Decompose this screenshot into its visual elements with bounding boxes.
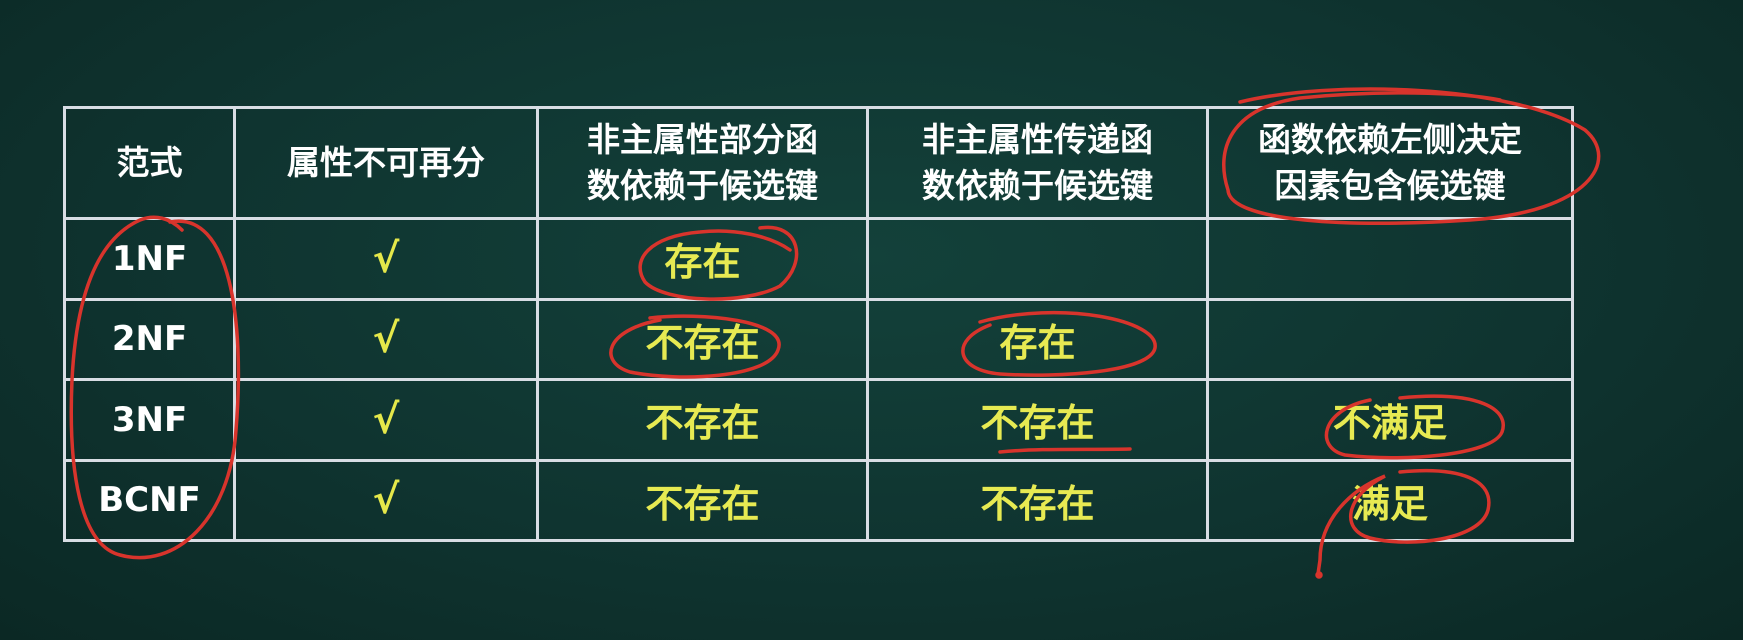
cell-transitive: 不存在 bbox=[866, 378, 1209, 462]
check-mark-icon: √ bbox=[233, 297, 539, 381]
cell-transitive: 不存在 bbox=[866, 458, 1209, 542]
cell-determinant: 不满足 bbox=[1206, 378, 1574, 462]
cell-form: BCNF bbox=[63, 458, 236, 542]
header-atomic-attribute: 属性不可再分 bbox=[233, 106, 539, 220]
header-line: 函数依赖左侧决定 bbox=[1258, 120, 1522, 159]
header-line: 因素包含候选键 bbox=[1274, 166, 1506, 205]
table-row: 2NF √ 不存在 存在 bbox=[63, 297, 1574, 381]
header-line: 数依赖于候选键 bbox=[922, 166, 1153, 205]
cell-determinant: 满足 bbox=[1206, 458, 1574, 542]
cell-form: 3NF bbox=[63, 378, 236, 462]
cell-partial: 存在 bbox=[536, 217, 869, 301]
table-row: 1NF √ 存在 bbox=[63, 217, 1574, 301]
header-line: 属性不可再分 bbox=[287, 143, 485, 182]
check-mark-icon: √ bbox=[233, 217, 539, 301]
table-row: 3NF √ 不存在 不存在 不满足 bbox=[63, 378, 1574, 462]
header-partial-dependency: 非主属性部分函 数依赖于候选键 bbox=[536, 106, 869, 220]
cell-transitive: 存在 bbox=[866, 297, 1209, 381]
header-line: 非主属性传递函 bbox=[922, 120, 1153, 159]
check-mark-icon: √ bbox=[233, 378, 539, 462]
header-normal-form: 范式 bbox=[63, 106, 236, 220]
cell-partial: 不存在 bbox=[536, 378, 869, 462]
header-line: 数依赖于候选键 bbox=[587, 166, 818, 205]
check-mark-icon: √ bbox=[233, 458, 539, 542]
table-header-row: 范式 属性不可再分 非主属性部分函 数依赖于候选键 非主属性传递函 数依赖于候选… bbox=[63, 106, 1574, 220]
table-row: BCNF √ 不存在 不存在 满足 bbox=[63, 458, 1574, 542]
cell-determinant bbox=[1206, 297, 1574, 381]
header-line: 范式 bbox=[116, 143, 183, 182]
cell-form: 1NF bbox=[63, 217, 236, 301]
header-determinant-superkey: 函数依赖左侧决定 因素包含候选键 bbox=[1206, 106, 1574, 220]
chalkboard-slide: 范式 属性不可再分 非主属性部分函 数依赖于候选键 非主属性传递函 数依赖于候选… bbox=[0, 0, 1743, 640]
annotation-dot bbox=[1315, 571, 1323, 579]
cell-form: 2NF bbox=[63, 297, 236, 381]
cell-partial: 不存在 bbox=[536, 458, 869, 542]
header-transitive-dependency: 非主属性传递函 数依赖于候选键 bbox=[866, 106, 1209, 220]
cell-transitive bbox=[866, 217, 1209, 301]
header-line: 非主属性部分函 bbox=[587, 120, 818, 159]
cell-partial: 不存在 bbox=[536, 297, 869, 381]
cell-determinant bbox=[1206, 217, 1574, 301]
normal-forms-table: 范式 属性不可再分 非主属性部分函 数依赖于候选键 非主属性传递函 数依赖于候选… bbox=[63, 106, 1574, 542]
